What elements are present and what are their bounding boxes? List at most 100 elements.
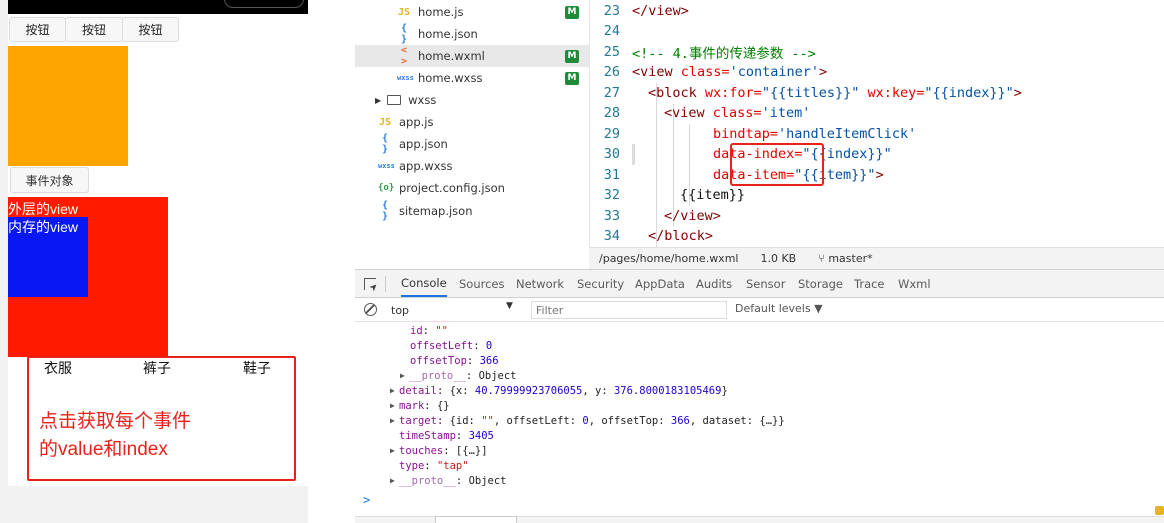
console-prop-row[interactable]: ▶ touches: [{…}]: [390, 443, 488, 458]
devtools-panel: ➤ Console Sources Network Security AppDa…: [355, 269, 1164, 523]
capsule-button[interactable]: [224, 0, 304, 8]
code-token: wx:for=: [704, 85, 762, 102]
tab-storage[interactable]: Storage: [798, 270, 843, 298]
console-prop-row: timeStamp: 3405: [399, 429, 494, 442]
code-line-26: 26 <view class='container' >: [590, 62, 827, 83]
annotation-text: 点击获取每个事件 的value和index: [39, 408, 191, 464]
bottom-drawer-tab[interactable]: [435, 516, 517, 523]
caret-down-icon[interactable]: ▼: [506, 301, 513, 311]
editor-status-bar: /pages/home/home.wxml 1.0 KB ⑂ master*: [589, 247, 1164, 269]
code-line-34: 34 </block>: [590, 226, 713, 247]
console-toolbar: top ▼ Default levels ▼: [355, 298, 1164, 322]
tab-audits[interactable]: Audits: [696, 270, 732, 298]
modified-badge: M: [565, 49, 579, 63]
tab-sensor[interactable]: Sensor: [746, 270, 785, 298]
modified-badge: M: [565, 71, 579, 85]
code-token: bindtap=: [713, 126, 779, 143]
file-sitemap-json[interactable]: { } sitemap.json: [355, 200, 589, 222]
simulator-side-margin: [0, 0, 8, 523]
prop-value: 366: [479, 354, 499, 367]
log-levels-dropdown[interactable]: Default levels ▼: [735, 302, 823, 315]
console-prop-row[interactable]: ▶ __proto__: Object: [400, 368, 517, 383]
prop-value: 40.79999923706055: [474, 384, 583, 397]
file-app-json[interactable]: { } app.json: [355, 133, 589, 155]
console-prop-row[interactable]: ▶ __proto__: Object: [390, 473, 507, 488]
file-name: sitemap.json: [399, 204, 473, 218]
console-prop-row[interactable]: ▶ detail: {x: 40.79999923706055, y: 376.8…: [390, 383, 728, 398]
folder-wxss[interactable]: ▶ wxss: [355, 89, 589, 111]
prop-key: target: [399, 414, 437, 427]
prop-key: offsetLeft: [410, 339, 474, 352]
file-home-wxss[interactable]: wxss home.wxss M: [355, 67, 589, 89]
file-name: app.js: [399, 115, 434, 129]
prop-value: [{…}]: [455, 444, 488, 457]
event-object-button[interactable]: 事件对象: [10, 167, 89, 193]
console-prop-row[interactable]: ▶ mark: {}: [390, 398, 450, 413]
line-number: 27: [603, 85, 620, 102]
code-token: 'item': [761, 105, 811, 122]
file-project-config-json[interactable]: {o} project.config.json: [355, 177, 589, 199]
code-token: >: [875, 167, 884, 184]
tab-sources[interactable]: Sources: [459, 270, 505, 298]
console-prompt[interactable]: >: [363, 493, 370, 507]
prop-value: 3405: [468, 429, 494, 442]
expand-arrow-icon[interactable]: ▶: [390, 476, 399, 485]
orange-box[interactable]: [8, 46, 128, 166]
file-home-wxml[interactable]: < > home.wxml M: [355, 45, 589, 67]
clear-console-icon[interactable]: [364, 303, 377, 316]
file-size: 1.0 KB: [760, 252, 797, 265]
prop-value: Object: [468, 474, 507, 487]
expand-arrow-icon[interactable]: ▶: [390, 446, 399, 455]
expand-arrow-icon[interactable]: ▶: [390, 416, 399, 425]
code-line-29: 29 bindtap='handleItemClick': [590, 124, 916, 145]
sim-button-2[interactable]: 按钮: [65, 17, 123, 42]
code-token: "{{titles}}": [761, 85, 860, 102]
expand-arrow-icon[interactable]: ▶: [390, 401, 399, 410]
prop-key: __proto__: [409, 369, 466, 382]
expand-arrow-icon[interactable]: ▶: [390, 386, 399, 395]
outer-view[interactable]: 外层的view 内存的view: [8, 197, 168, 357]
console-prop-row: id: "": [410, 324, 448, 337]
simulator-panel: 按钮 按钮 按钮 事件对象 外层的view 内存的view 衣服 裤子 鞋子 点…: [0, 0, 308, 523]
tab-console[interactable]: Console: [401, 270, 447, 297]
expand-arrow-icon[interactable]: ▶: [400, 371, 409, 380]
line-number: 33: [603, 208, 620, 225]
inner-view[interactable]: 内存的view: [8, 217, 88, 297]
file-app-wxss[interactable]: wxss app.wxss: [355, 155, 589, 177]
line-number: 32: [603, 187, 620, 204]
console-prop-row: offsetTop: 366: [410, 354, 499, 367]
highlight-box: [730, 143, 824, 186]
context-select[interactable]: top: [391, 301, 521, 319]
modified-badge: M: [565, 5, 579, 19]
sim-button-1[interactable]: 按钮: [9, 17, 66, 42]
simulator-bottom-area: [8, 486, 308, 523]
line-number: 28: [603, 105, 620, 122]
prop-value: {}: [436, 399, 450, 412]
wxss-file-icon: wxss: [378, 162, 395, 170]
prop-value: 366: [670, 414, 690, 427]
tab-wxml[interactable]: Wxml: [898, 270, 931, 298]
prop-value: "": [435, 324, 448, 337]
file-app-js[interactable]: JS app.js: [355, 111, 589, 133]
chevron-right-icon[interactable]: ▶: [375, 96, 381, 105]
devtools-tab-bar: ➤ Console Sources Network Security AppDa…: [355, 270, 1164, 298]
code-token: <block: [648, 85, 705, 102]
line-number: 26: [603, 64, 620, 81]
console-prop-row[interactable]: ▶ target: {id: "", offsetLeft: 0, offsetT…: [390, 413, 785, 428]
filter-input[interactable]: [531, 301, 727, 319]
code-editor[interactable]: 23 </view> 24 25 <!-- 4.事件的传递参数 --> 26 <…: [589, 0, 1164, 247]
tab-security[interactable]: Security: [577, 270, 624, 298]
tab-network[interactable]: Network: [516, 270, 564, 298]
file-home-json[interactable]: { } home.json: [355, 23, 589, 45]
js-file-icon: JS: [378, 116, 392, 128]
line-number: 30: [603, 146, 620, 163]
code-token: </view>: [664, 208, 721, 225]
tab-trace[interactable]: Trace: [854, 270, 885, 298]
file-home-js[interactable]: JS home.js M: [355, 1, 589, 23]
git-branch[interactable]: ⑂ master*: [818, 252, 872, 265]
code-token: <view: [632, 64, 681, 81]
sim-button-3[interactable]: 按钮: [122, 17, 179, 42]
prop-value: 376.8000183105469: [613, 384, 722, 397]
line-number: 23: [603, 3, 620, 20]
tab-appdata[interactable]: AppData: [635, 270, 685, 298]
